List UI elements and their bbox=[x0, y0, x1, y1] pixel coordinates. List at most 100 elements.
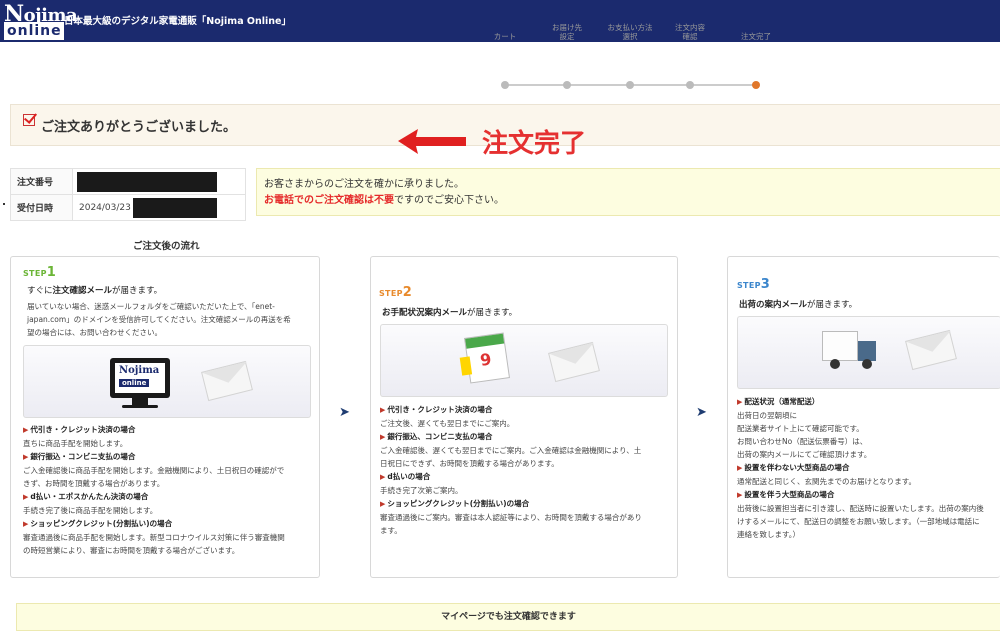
progress-dot bbox=[563, 81, 571, 89]
progress-dot-active bbox=[752, 81, 760, 89]
list-item-heading: ▶ 配送状況（通常配送） bbox=[737, 395, 984, 409]
heading-bold: お手配状況案内メール bbox=[382, 308, 468, 318]
redacted-block bbox=[77, 172, 217, 192]
list-item-title: 設置を伴う大型商品の場合 bbox=[744, 490, 835, 499]
list-item-text: 出荷の案内メールにてご確認頂けます。 bbox=[737, 450, 872, 459]
list-item-heading: ▶ 設置を伴う大型商品の場合 bbox=[737, 488, 984, 502]
triangle-bullet-icon: ▶ bbox=[380, 406, 386, 414]
list-item-text: 審査通過後にご案内。審査は本人認証等により、お時間を頂戴する場合があり bbox=[380, 513, 642, 522]
progress-dot bbox=[626, 81, 634, 89]
truck-cab bbox=[858, 341, 876, 361]
list-item-heading: ▶ ショッピングクレジット(分割払い)の場合 bbox=[380, 497, 642, 511]
triangle-bullet-icon: ▶ bbox=[737, 398, 743, 406]
triangle-bullet-icon: ▶ bbox=[380, 500, 386, 508]
page-title: ご注文ありがとうございました。 bbox=[41, 120, 237, 135]
calendar-header bbox=[465, 333, 505, 349]
progress-step-label: お届け先 設定 bbox=[552, 23, 582, 41]
flow-arrow-icon: ➤ bbox=[339, 405, 350, 420]
red-arrow-icon bbox=[398, 129, 466, 154]
order-info-table: 注文番号 受付日時 2024/03/23 bbox=[10, 168, 246, 221]
notice-line-2-rest: ですのでご安心下さい。 bbox=[394, 195, 504, 206]
order-number-label: 注文番号 bbox=[10, 168, 73, 195]
step2-heading: お手配状況案内メールが届きます。 bbox=[382, 306, 517, 318]
header-tagline: 日本最大級のデジタル家電通販「Nojima Online」 bbox=[64, 16, 291, 27]
step-word: STEP bbox=[737, 281, 761, 290]
heading-post: が届きます。 bbox=[112, 286, 163, 296]
step2-illustration: 9 bbox=[380, 324, 668, 397]
step3-card: STEP3 出荷の案内メールが届きます。 ▶ 配送状況（通常配送） 出荷日の翌朝頃… bbox=[727, 256, 1000, 578]
list-item-title: d払い・エポスかんたん決済の場合 bbox=[30, 492, 149, 501]
step3-label: STEP3 bbox=[737, 277, 770, 292]
step1-label: STEP1 bbox=[23, 265, 56, 280]
list-item-title: 配送状況（通常配送） bbox=[744, 397, 820, 406]
list-item-title: d払いの場合 bbox=[387, 472, 431, 481]
description-line: 望の場合には、お問い合わせください。 bbox=[27, 328, 162, 337]
list-item-title: 銀行振込、コンビニ支払の場合 bbox=[387, 432, 493, 441]
list-item-text: 手続き完了後に商品手配を開始します。 bbox=[23, 506, 158, 515]
monitor-logo-rest: ojima bbox=[128, 365, 160, 376]
progress-step-label: カート bbox=[493, 32, 517, 41]
heading-pre: すぐに bbox=[27, 286, 53, 296]
list-item-title: 設置を伴わない大型商品の場合 bbox=[744, 463, 850, 472]
truck-wheel bbox=[862, 359, 872, 369]
step3-delivery-list: ▶ 配送状況（通常配送） 出荷日の翌朝頃に 配送業者サイト上にて確認可能です。 お… bbox=[737, 395, 984, 541]
checkbox-check-icon bbox=[23, 114, 35, 126]
flow-arrow-icon: ➤ bbox=[696, 405, 707, 420]
list-item-heading: ▶ 代引き・クレジット決済の場合 bbox=[380, 403, 642, 417]
heading-post: が届きます。 bbox=[807, 300, 858, 310]
list-item-text: けするメールにて、配送日の調整をお願い致します。（一部地域は電話に bbox=[737, 517, 980, 526]
step-number: 1 bbox=[46, 265, 57, 280]
order-number-value bbox=[72, 168, 246, 195]
step1-card: STEP1 すぐに注文確認メールが届きます。 届いていない場合、迷惑メールフォル… bbox=[10, 256, 320, 578]
monitor-logo-top: Nojima bbox=[119, 365, 159, 376]
progress-dot bbox=[686, 81, 694, 89]
truck-wheel bbox=[830, 359, 840, 369]
stray-dot bbox=[3, 203, 5, 205]
progress-dot bbox=[501, 81, 509, 89]
notice-emphasis: お電話でのご注文確認は不要 bbox=[264, 195, 394, 206]
logo-online[interactable]: online bbox=[4, 22, 64, 40]
table-row: 受付日時 2024/03/23 bbox=[10, 194, 246, 221]
triangle-bullet-icon: ▶ bbox=[23, 493, 29, 501]
description-line: japan.com」のドメインを受信許可してください。注文確認メールの再送を希 bbox=[27, 315, 291, 324]
list-item-heading: ▶ 代引き・クレジット決済の場合 bbox=[23, 423, 285, 437]
truck-icon bbox=[822, 331, 858, 361]
step1-description: 届いていない場合、迷惑メールフォルダをご確認いただいた上で、「enet- jap… bbox=[27, 300, 291, 339]
monitor-logo-letter: N bbox=[119, 365, 129, 376]
calendar-icon: 9 bbox=[459, 332, 511, 384]
list-item-text: 手続き完了次第ご案内。 bbox=[380, 486, 463, 495]
flow-title: ご注文後の流れ bbox=[133, 241, 200, 252]
list-item-heading: ▶ 銀行振込、コンビニ支払の場合 bbox=[380, 430, 642, 444]
mail-envelope-icon bbox=[548, 341, 600, 383]
monitor-logo-bottom: online bbox=[119, 379, 150, 387]
triangle-bullet-icon: ▶ bbox=[23, 520, 29, 528]
notice-line-1: お客さまからのご注文を確かに承りました。 bbox=[264, 179, 464, 190]
order-date-label: 受付日時 bbox=[10, 194, 73, 221]
triangle-bullet-icon: ▶ bbox=[737, 491, 743, 499]
step1-heading: すぐに注文確認メールが届きます。 bbox=[27, 284, 162, 296]
monitor-base bbox=[122, 405, 158, 408]
step2-label: STEP2 bbox=[379, 285, 412, 300]
order-notice: お客さまからのご注文を確かに承りました。 お電話でのご注文確認は不要ですのでご安… bbox=[256, 168, 1000, 216]
description-line: 届いていない場合、迷惑メールフォルダをご確認いただいた上で、「enet- bbox=[27, 302, 275, 311]
list-item-heading: ▶ 銀行振込・コンビニ支払の場合 bbox=[23, 450, 285, 464]
order-date-value: 2024/03/23 bbox=[72, 194, 246, 221]
mypage-link[interactable]: マイページでも注文確認できます bbox=[16, 603, 1000, 631]
step-word: STEP bbox=[379, 289, 403, 298]
list-item-text: ご注文後、遅くても翌日までにご案内。 bbox=[380, 419, 515, 428]
progress-step-label: お支払い方法 選択 bbox=[607, 23, 653, 41]
step-number: 2 bbox=[402, 285, 413, 300]
step-number: 3 bbox=[760, 277, 771, 292]
list-item-title: ショッピングクレジット(分割払い)の場合 bbox=[30, 519, 173, 528]
triangle-bullet-icon: ▶ bbox=[23, 426, 29, 434]
list-item-text: お問い合わせNo（配送伝票番号）は、 bbox=[737, 437, 868, 446]
list-item-text: 連絡を致します。） bbox=[737, 530, 800, 539]
list-item-text: きず、お時間を頂戴する場合があります。 bbox=[23, 479, 165, 488]
calendar-pen bbox=[459, 356, 473, 376]
calendar-day: 9 bbox=[478, 349, 493, 370]
heading-post: が届きます。 bbox=[467, 308, 518, 318]
list-item-title: ショッピングクレジット(分割払い)の場合 bbox=[387, 499, 530, 508]
list-item-text: 直ちに商品手配を開始します。 bbox=[23, 439, 128, 448]
list-item-title: 銀行振込・コンビニ支払の場合 bbox=[30, 452, 136, 461]
progress-step-label: 注文完了 bbox=[741, 32, 771, 41]
